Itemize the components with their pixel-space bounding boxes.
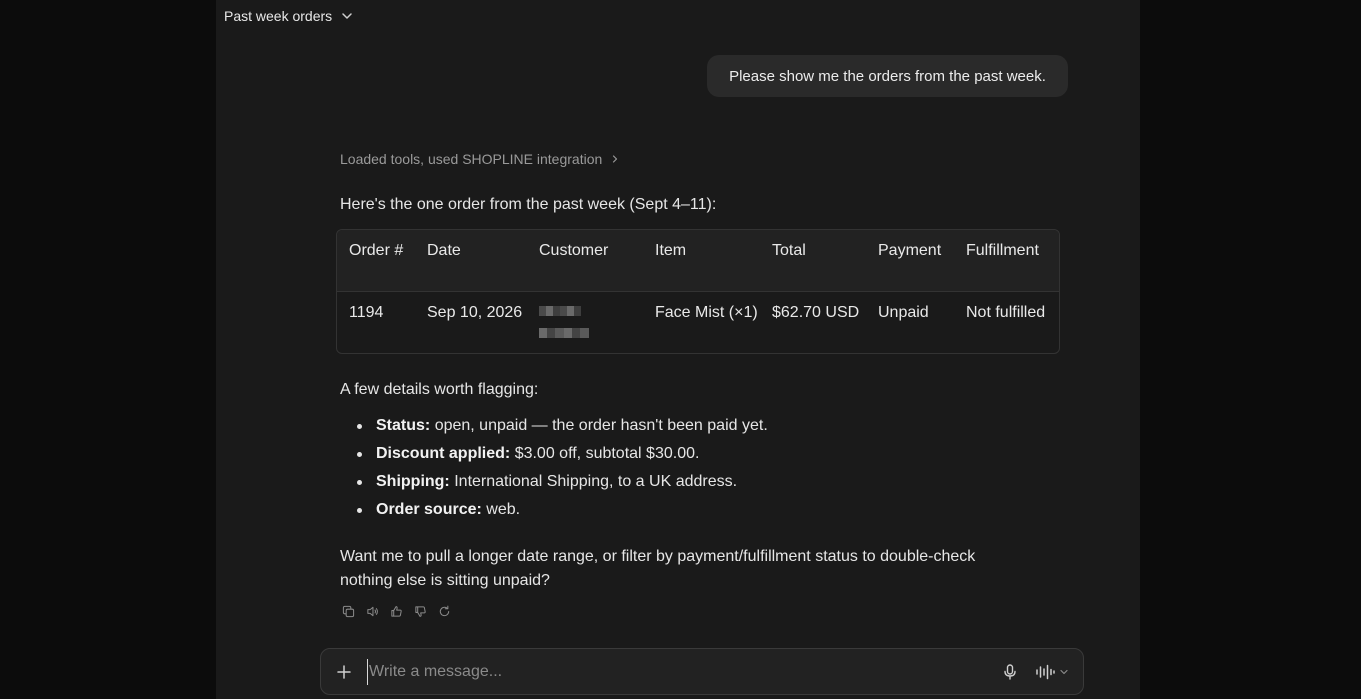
dictation-button[interactable] xyxy=(1001,663,1019,681)
retry-button[interactable] xyxy=(436,603,452,619)
header-item: Item xyxy=(655,242,687,259)
conversation-title-dropdown[interactable]: Past week orders xyxy=(224,6,354,26)
details-heading: A few details worth flagging: xyxy=(340,381,539,398)
voice-mode-button[interactable] xyxy=(1035,663,1073,681)
message-composer xyxy=(320,648,1084,695)
chevron-down-icon xyxy=(342,13,352,19)
list-item: Shipping: International Shipping, to a U… xyxy=(354,470,1054,498)
header-order: Order # xyxy=(349,242,404,259)
speaker-icon xyxy=(366,606,378,616)
detail-text: web. xyxy=(486,501,521,518)
copy-icon xyxy=(342,605,354,617)
header-fulfillment: Fulfillment xyxy=(966,242,1039,259)
tools-status-text: Loaded tools, used SHOPLINE integration xyxy=(340,151,603,167)
thumbs-down-button[interactable] xyxy=(412,603,428,619)
copy-button[interactable] xyxy=(340,603,356,619)
cell-order: 1194 xyxy=(349,304,384,321)
orders-table: Order # Date Customer Item Total Payment… xyxy=(336,229,1060,354)
table-header: Order # Date Customer Item Total Payment… xyxy=(337,230,1059,292)
header-payment: Payment xyxy=(878,242,942,259)
user-message-text: Please show me the orders from the past … xyxy=(729,67,1046,85)
detail-label: Status: xyxy=(376,417,431,434)
conversation-title: Past week orders xyxy=(224,8,333,24)
add-attachment-button[interactable] xyxy=(335,663,353,681)
detail-label: Order source: xyxy=(376,501,482,518)
cell-item: Face Mist (×1) xyxy=(655,304,758,321)
cell-date: Sep 10, 2026 xyxy=(427,304,523,321)
message-actions xyxy=(340,603,452,619)
details-list: Status: open, unpaid — the order hasn't … xyxy=(354,414,1054,526)
list-item: Discount applied: $3.00 off, subtotal $3… xyxy=(354,442,1054,470)
header-customer: Customer xyxy=(539,242,609,259)
detail-text: International Shipping, to a UK address. xyxy=(454,473,738,490)
list-item: Status: open, unpaid — the order hasn't … xyxy=(354,414,1054,442)
assistant-closing: Want me to pull a longer date range, or … xyxy=(340,548,976,589)
user-message-bubble: Please show me the orders from the past … xyxy=(707,55,1068,97)
detail-text: open, unpaid — the order hasn't been pai… xyxy=(434,417,768,434)
waveform-icon xyxy=(1036,664,1055,680)
chevron-right-icon xyxy=(613,155,618,163)
thumbs-down-icon xyxy=(414,605,426,617)
thumbs-up-icon xyxy=(390,605,402,617)
chevron-down-icon xyxy=(1060,669,1068,675)
message-input[interactable] xyxy=(367,659,967,685)
microphone-icon xyxy=(1004,664,1016,680)
detail-label: Discount applied: xyxy=(376,445,511,462)
detail-label: Shipping: xyxy=(376,473,450,490)
plus-icon xyxy=(337,665,351,679)
cell-payment: Unpaid xyxy=(878,304,929,321)
list-item: Order source: web. xyxy=(354,498,1054,526)
read-aloud-button[interactable] xyxy=(364,603,380,619)
cell-total: $62.70 USD xyxy=(772,304,860,321)
thumbs-up-button[interactable] xyxy=(388,603,404,619)
header-date: Date xyxy=(427,242,461,259)
cell-fulfillment: Not fulfilled xyxy=(966,304,1046,321)
detail-text: $3.00 off, subtotal $30.00. xyxy=(514,445,700,462)
header-total: Total xyxy=(772,242,806,259)
chat-window: Past week orders Please show me the orde… xyxy=(216,0,1140,699)
retry-icon xyxy=(439,605,449,616)
tools-status-toggle[interactable]: Loaded tools, used SHOPLINE integration xyxy=(340,150,620,168)
redacted-customer-name xyxy=(539,306,589,350)
assistant-intro: Here's the one order from the past week … xyxy=(340,196,717,213)
